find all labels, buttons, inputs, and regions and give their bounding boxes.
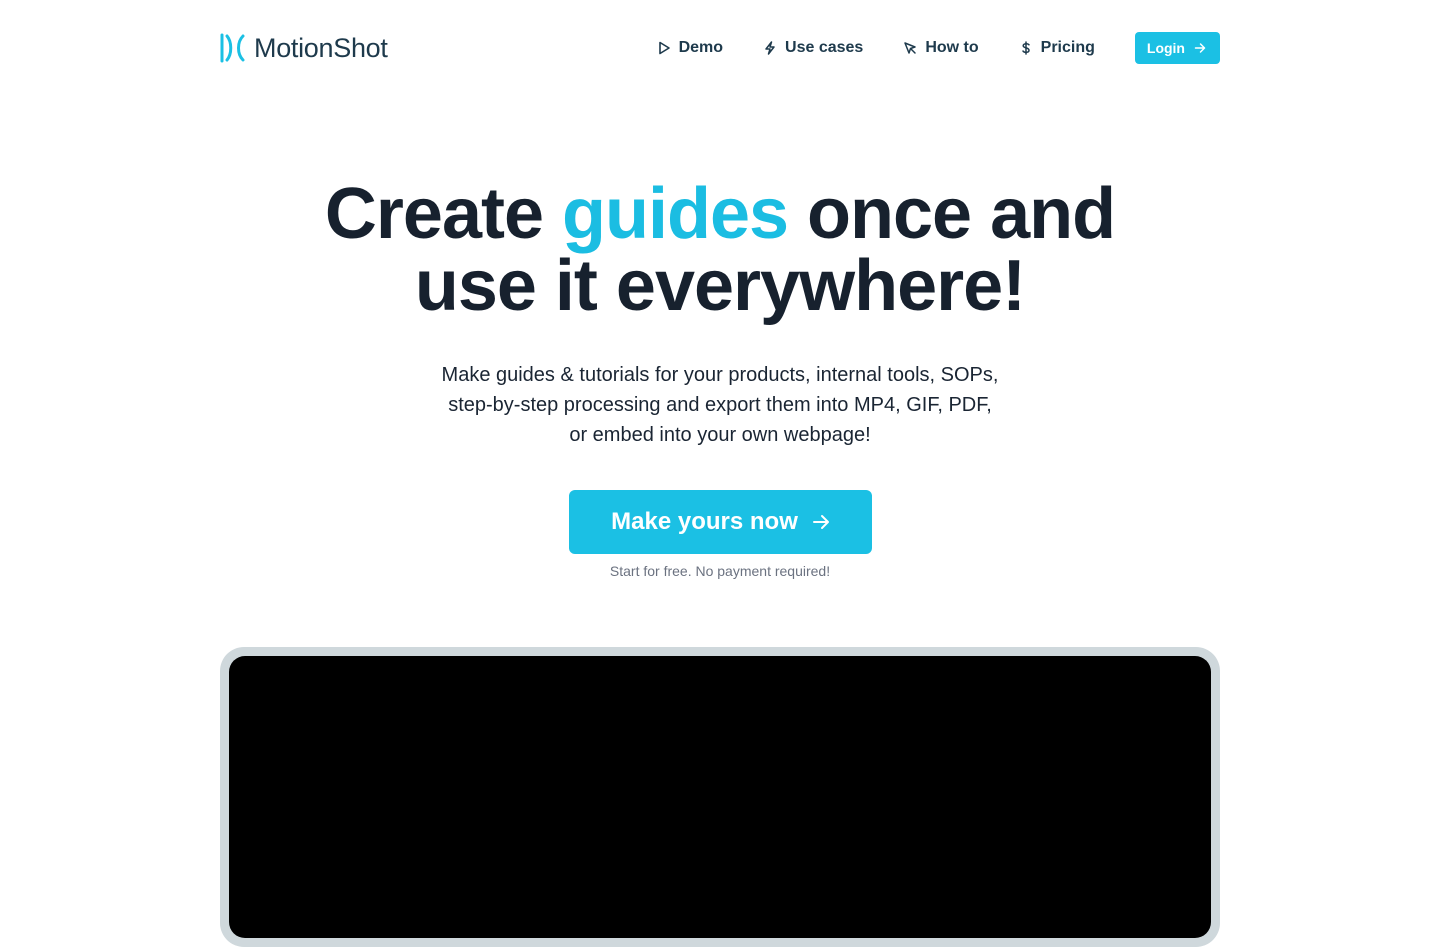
demo-video[interactable] [229,656,1211,938]
cta-label: Make yours now [611,508,798,535]
hero-title: Create guides once and use it everywhere… [0,178,1440,322]
nav-item-use-cases[interactable]: Use cases [763,39,863,57]
nav-item-label: Pricing [1040,39,1095,56]
nav-item-label: How to [925,39,979,56]
hero-subtitle-line: Make guides & tutorials for your product… [441,364,999,386]
cta-note: Start for free. No payment required! [609,563,831,579]
hero-subtitle-line: or embed into your own webpage! [569,424,871,446]
nav-item-demo[interactable]: Demo [657,39,723,57]
arrow-right-icon [1194,43,1206,53]
make-yours-now-button[interactable]: Make yours now [569,490,872,554]
play-icon [658,41,670,55]
logo[interactable]: MotionShot [220,33,388,64]
login-button-label: Login [1146,40,1185,56]
login-button[interactable]: Login [1134,32,1220,64]
brand-name: MotionShot [254,32,388,63]
nav-item-label: Demo [678,39,724,56]
motionshot-logo-icon [220,33,245,63]
hero-subtitle: Make guides & tutorials for your product… [0,360,1440,450]
hero-title-part: once and [788,174,1116,254]
nav-item-pricing[interactable]: Pricing [1019,39,1095,57]
nav-item-label: Use cases [785,39,864,56]
dollar-icon [1021,41,1030,55]
site-header: MotionShot Demo Use cases How to Pricing… [220,32,1220,64]
nav-item-how-to[interactable]: How to [903,39,979,57]
hero-title-line2: use it everywhere! [414,246,1026,326]
video-frame [220,647,1220,947]
hero-title-accent: guides [562,174,789,254]
lightning-icon [765,41,775,55]
hero-title-part: Create [324,174,563,254]
arrow-right-icon [812,515,829,529]
main-nav: Demo Use cases How to Pricing Login [657,32,1220,64]
hero-subtitle-line: step-by-step processing and export them … [448,394,992,416]
cursor-click-icon [904,42,917,54]
